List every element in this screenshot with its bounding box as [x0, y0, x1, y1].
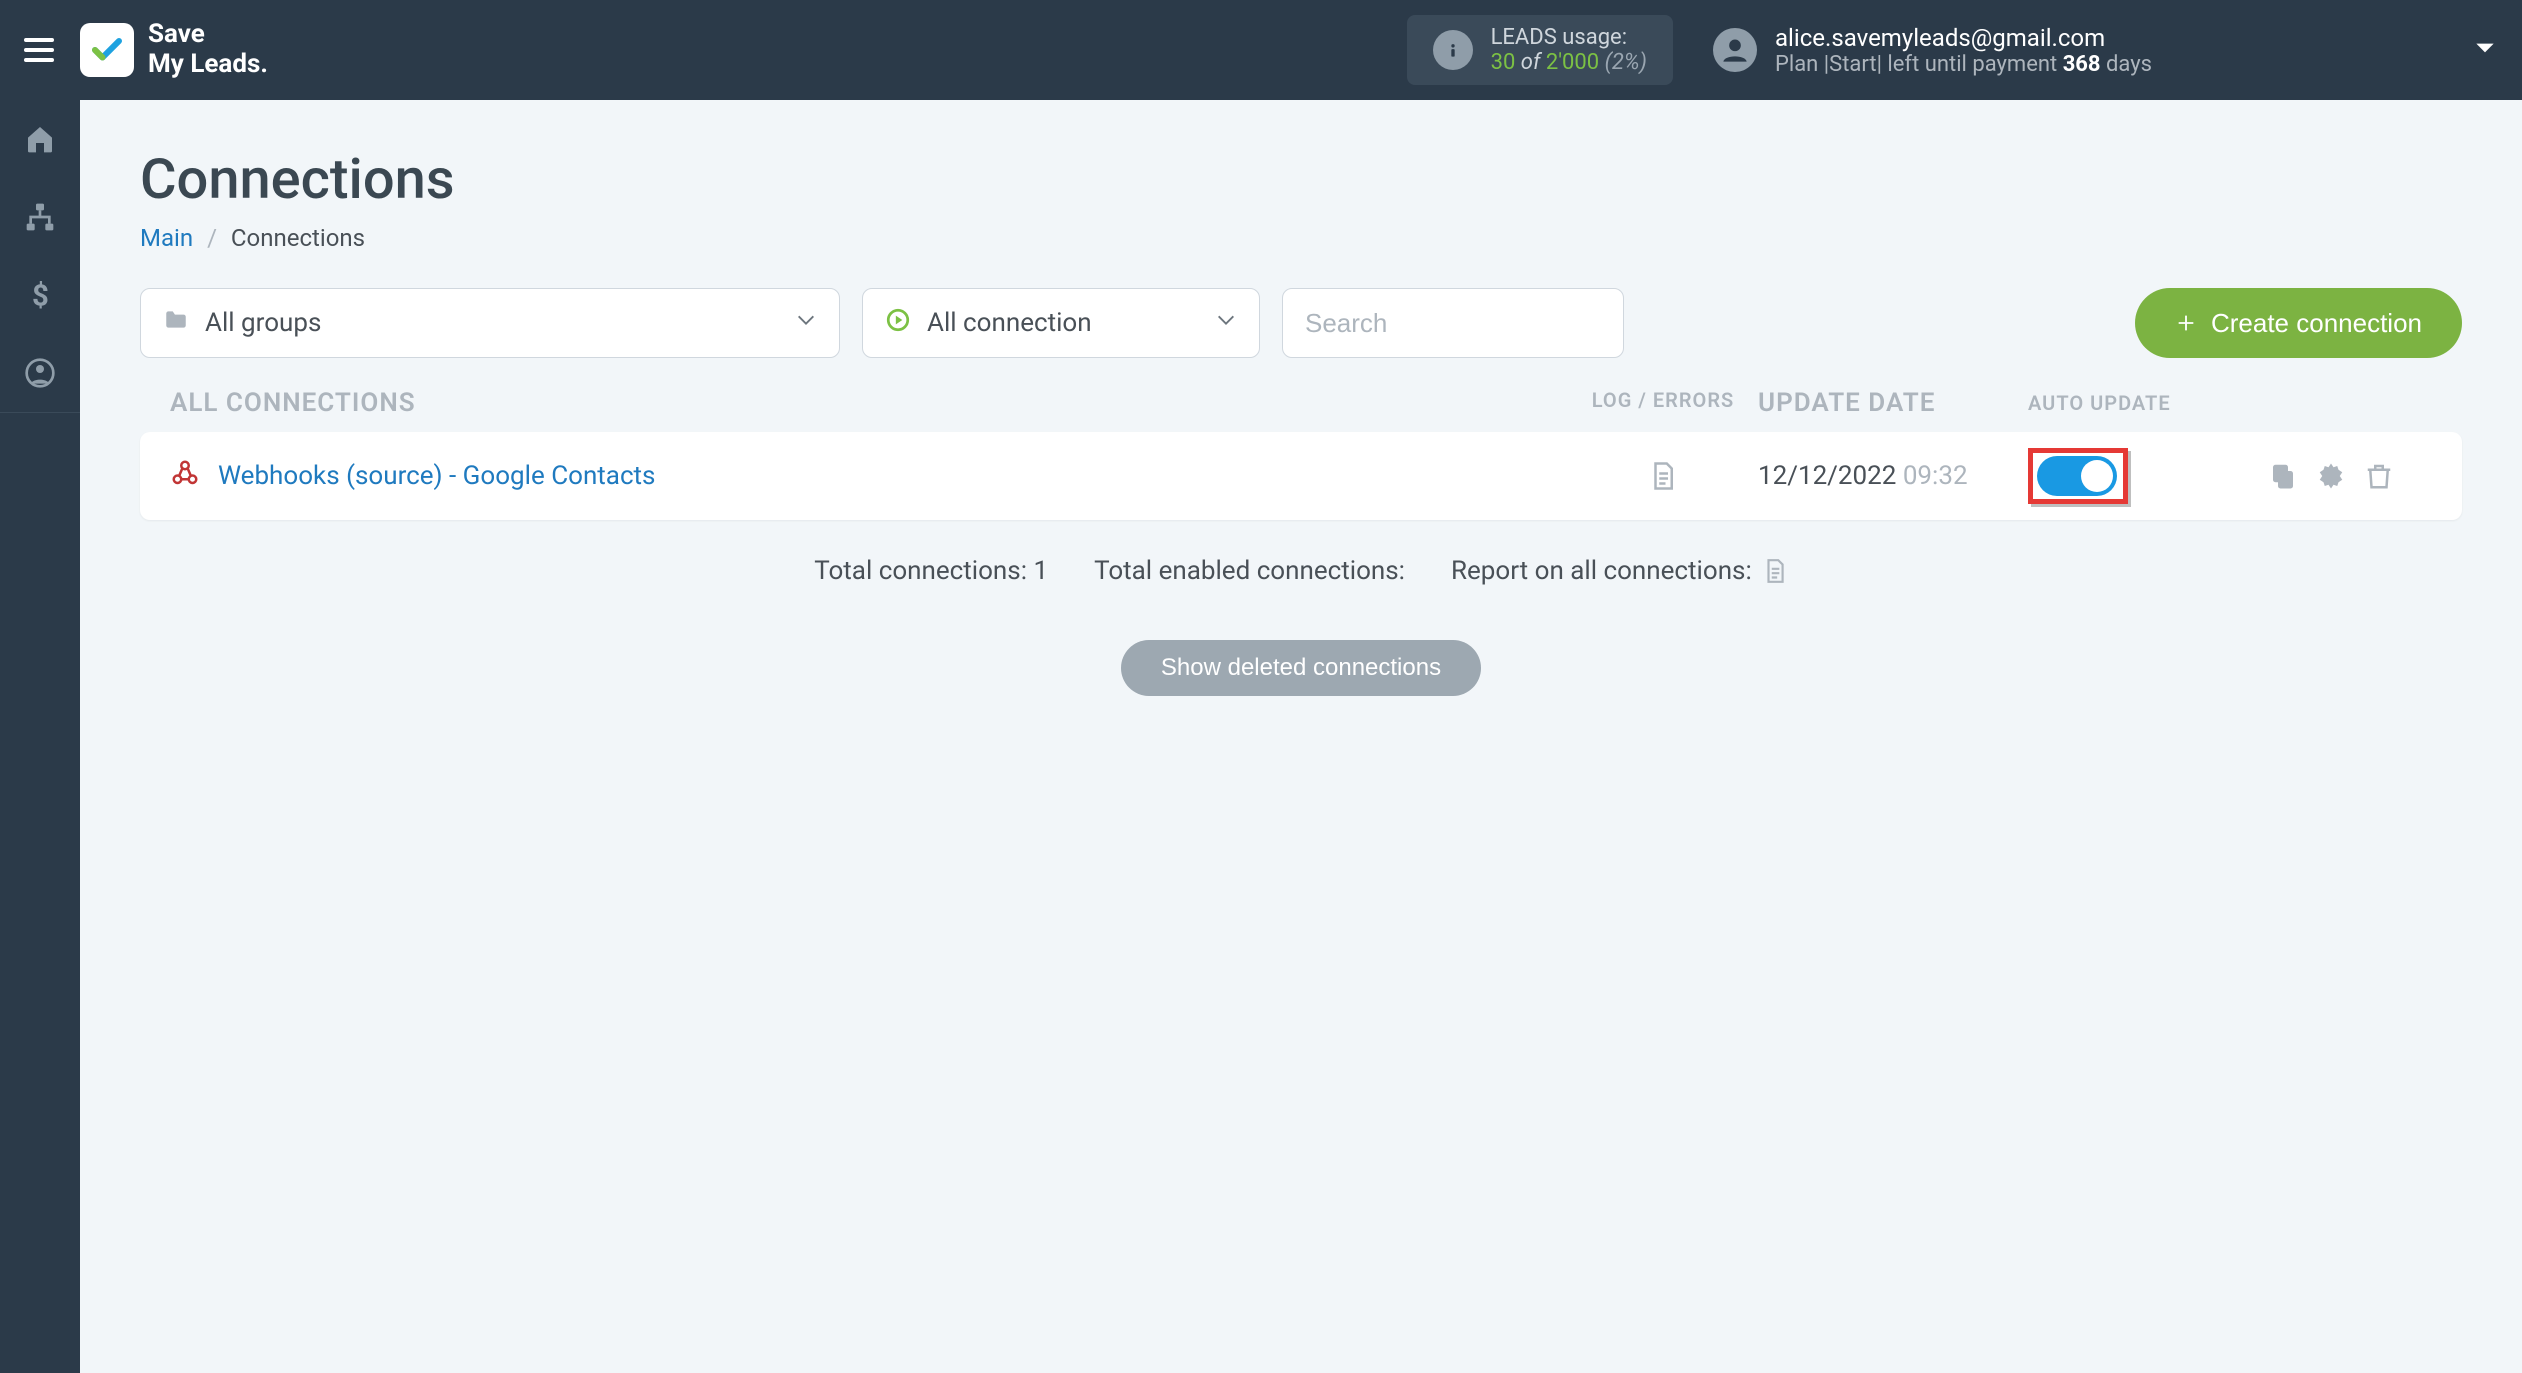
table-row: Webhooks (source) - Google Contacts 12/1… [140, 432, 2462, 520]
usage-pct: (2%) [1605, 50, 1647, 75]
sidebar-item-profile[interactable] [0, 334, 80, 412]
connection-link[interactable]: Webhooks (source) - Google Contacts [218, 461, 655, 491]
groups-select-label: All groups [205, 308, 321, 338]
show-deleted-button[interactable]: Show deleted connections [1121, 640, 1481, 696]
chevron-down-icon [795, 308, 817, 338]
filter-row: All groups All connection Create connect… [140, 288, 2462, 358]
auto-update-toggle[interactable] [2037, 456, 2117, 496]
account-plan: Plan |Start| left until payment 368 days [1775, 52, 2152, 77]
webhook-icon [170, 458, 200, 495]
search-input[interactable] [1282, 288, 1624, 358]
summary-enabled: Total enabled connections: [1094, 556, 1405, 586]
summary-total: Total connections: 1 [814, 556, 1048, 586]
account-email: alice.savemyleads@gmail.com [1775, 24, 2152, 52]
brand-line2: My Leads. [148, 50, 268, 80]
th-log: LOG / ERRORS [1568, 388, 1758, 418]
svg-text:$: $ [32, 280, 49, 311]
breadcrumb-current: Connections [231, 224, 365, 252]
menu-toggle-button[interactable] [24, 32, 60, 68]
usage-total: 2'000 [1546, 50, 1599, 75]
status-select-label: All connection [927, 308, 1092, 338]
sidebar-item-connections[interactable] [0, 178, 80, 256]
status-select[interactable]: All connection [862, 288, 1260, 358]
usage-of: of [1521, 50, 1541, 75]
topbar: Save My Leads. LEADS usage: 30 of 2'000 … [0, 0, 2522, 100]
page-title: Connections [140, 146, 2462, 212]
folder-icon [163, 307, 189, 340]
create-connection-label: Create connection [2211, 308, 2422, 339]
info-icon [1433, 30, 1473, 70]
breadcrumb-sep: / [207, 224, 217, 252]
summary-report: Report on all connections: [1451, 556, 1752, 586]
trash-icon[interactable] [2364, 461, 2394, 491]
usage-used: 30 [1491, 50, 1516, 75]
sidebar-item-billing[interactable]: $ [0, 256, 80, 334]
gear-icon[interactable] [2316, 461, 2346, 491]
play-circle-icon [885, 307, 911, 340]
usage-label: LEADS usage: [1491, 25, 1647, 50]
report-icon[interactable] [1762, 556, 1788, 586]
summary-row: Total connections: 1 Total enabled conne… [140, 556, 2462, 586]
update-date: 12/12/2022 09:32 [1758, 461, 2028, 491]
table-header: ALL CONNECTIONS LOG / ERRORS UPDATE DATE… [140, 388, 2462, 432]
sidebar-item-home[interactable] [0, 100, 80, 178]
account-widget[interactable]: alice.savemyleads@gmail.com Plan |Start|… [1713, 24, 2152, 77]
brand-name: Save My Leads. [148, 20, 268, 80]
auto-update-highlight [2028, 448, 2128, 504]
breadcrumb-main[interactable]: Main [140, 224, 193, 252]
copy-icon[interactable] [2268, 461, 2298, 491]
usage-widget: LEADS usage: 30 of 2'000 (2%) [1407, 15, 1673, 85]
create-connection-button[interactable]: Create connection [2135, 288, 2462, 358]
account-chevron-down-icon[interactable] [2472, 35, 2498, 65]
groups-select[interactable]: All groups [140, 288, 840, 358]
th-connections: ALL CONNECTIONS [144, 388, 1568, 418]
avatar-icon [1713, 28, 1757, 72]
usage-values: 30 of 2'000 (2%) [1491, 50, 1647, 75]
brand-line1: Save [148, 20, 268, 50]
chevron-down-icon [1215, 308, 1237, 338]
main-content: Connections Main / Connections All group… [80, 100, 2522, 1373]
sidebar: $ [0, 100, 80, 1373]
th-auto: AUTO UPDATE [2028, 388, 2258, 418]
logo-icon [80, 23, 134, 77]
plus-icon [2175, 312, 2197, 334]
log-icon[interactable] [1648, 459, 1678, 493]
th-date: UPDATE DATE [1758, 388, 2028, 418]
breadcrumb: Main / Connections [140, 224, 2462, 252]
